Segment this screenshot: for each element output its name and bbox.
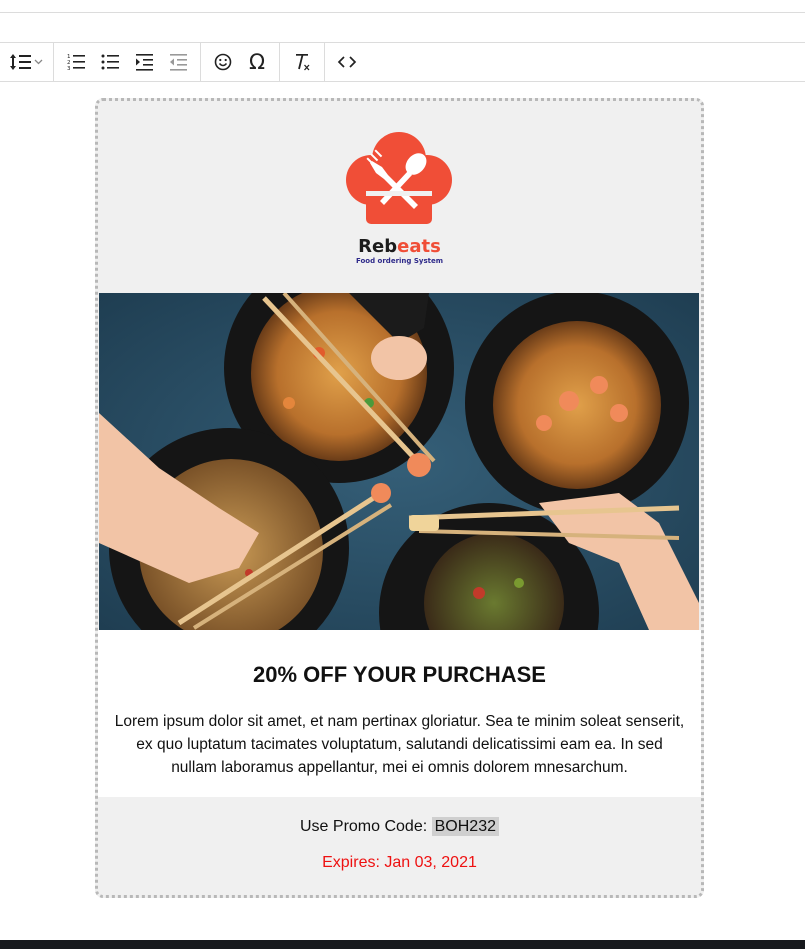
offer-body: Lorem ipsum dolor sit amet, et nam perti… — [114, 713, 685, 776]
hero-food-image — [99, 293, 699, 630]
noodle-bowls-photo — [99, 293, 699, 630]
editor-top-strip — [0, 0, 805, 13]
source-code-button[interactable] — [330, 47, 364, 77]
promo-expiry: Expires: Jan 03, 2021 — [322, 854, 477, 871]
indent-button[interactable] — [127, 47, 161, 77]
editor-menubar — [0, 13, 805, 43]
bullet-list-button[interactable] — [93, 47, 127, 77]
toolbar-group-lists: 1 2 3 — [54, 42, 201, 82]
toolbar-group-lineheight — [0, 42, 54, 82]
svg-text:3: 3 — [67, 66, 71, 72]
brand-tagline: Food ordering System — [355, 257, 444, 265]
promo-code[interactable]: BOH232 — [431, 817, 499, 836]
email-template[interactable]: Rebeats Food ordering System 20% OFF YOU… — [95, 98, 704, 898]
email-header: Rebeats Food ordering System — [98, 101, 701, 293]
bullet-list-icon — [101, 54, 119, 70]
toolbar-group-format — [280, 42, 325, 82]
chef-hat-logo — [346, 132, 452, 224]
indent-icon — [136, 54, 153, 71]
promo-section: Use Promo Code: BOH232 Expires: Jan 03, … — [98, 797, 701, 895]
editor-toolbar: 1 2 3 Ω — [0, 42, 805, 82]
numbered-list-icon: 1 2 3 — [67, 54, 85, 72]
numbered-list-button[interactable]: 1 2 3 — [59, 47, 93, 77]
brand-name: Rebeats — [98, 237, 701, 257]
offer-heading: 20% OFF YOUR PURCHASE — [253, 662, 546, 687]
emoji-button[interactable] — [206, 47, 240, 77]
promo-line: Use Promo Code: BOH232 — [98, 815, 701, 839]
clear-formatting-button[interactable] — [285, 47, 319, 77]
emoji-icon — [214, 53, 232, 71]
offer-section: 20% OFF YOUR PURCHASE Lorem ipsum dolor … — [98, 630, 701, 797]
line-height-button[interactable] — [4, 47, 48, 77]
promo-label: Use Promo Code: — [300, 818, 428, 835]
source-code-icon — [337, 56, 357, 68]
toolbar-group-insert: Ω — [201, 42, 280, 82]
line-height-icon — [10, 54, 43, 70]
special-character-button[interactable]: Ω — [240, 47, 274, 77]
clear-formatting-icon — [296, 54, 310, 71]
toolbar-group-code — [325, 43, 369, 82]
brand-name-dark: Reb — [358, 236, 398, 257]
bottom-edge — [0, 940, 805, 949]
brand-name-accent: eats — [397, 236, 441, 257]
editor-canvas[interactable]: Rebeats Food ordering System 20% OFF YOU… — [0, 82, 805, 940]
outdent-icon — [170, 54, 187, 71]
special-character-icon: Ω — [248, 50, 266, 74]
outdent-button[interactable] — [161, 47, 195, 77]
